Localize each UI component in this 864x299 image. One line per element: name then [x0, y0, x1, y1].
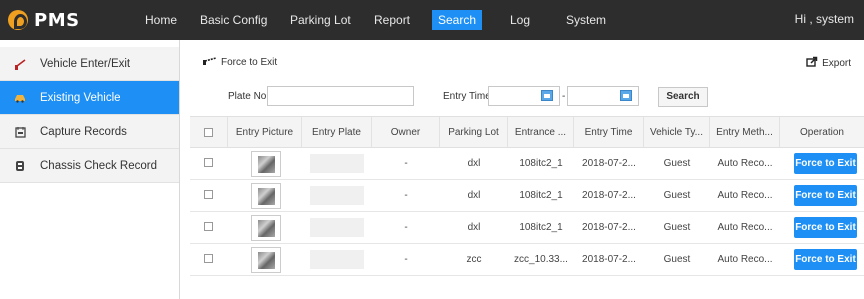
vehicle-type-cell: Guest — [663, 158, 691, 169]
entry-time-cell: 2018-07-2... — [582, 254, 636, 265]
col-vehicle-type[interactable]: Vehicle Ty... — [644, 117, 710, 148]
entry-time-end-input[interactable] — [567, 86, 639, 106]
force-to-exit-button[interactable]: Force to Exit — [794, 249, 857, 270]
table-row: - dxl 108itc2_1 2018-07-2... Guest Auto … — [190, 180, 864, 212]
sidebar-item-label: Vehicle Enter/Exit — [40, 57, 131, 70]
entry-time-cell: 2018-07-2... — [582, 222, 636, 233]
sidebar-item-existing-vehicle[interactable]: Existing Vehicle — [0, 81, 179, 115]
entrance-cell: 108itc2_1 — [519, 190, 563, 201]
sidebar-item-label: Capture Records — [40, 125, 127, 138]
col-entry-picture[interactable]: Entry Picture — [228, 117, 302, 148]
sidebar-item-label: Existing Vehicle — [40, 91, 121, 104]
user-greeting[interactable]: Hi , system — [795, 12, 854, 26]
sidebar-item-capture-records[interactable]: Capture Records — [0, 115, 179, 149]
entrance-cell: zcc_10.33... — [514, 254, 568, 265]
entry-picture-thumbnail[interactable] — [251, 151, 281, 177]
entrance-cell: 108itc2_1 — [519, 158, 563, 169]
time-range-separator: - — [562, 91, 566, 102]
parking-lot-cell: dxl — [467, 222, 481, 233]
col-entry-time[interactable]: Entry Time — [574, 117, 644, 148]
chassis-icon — [14, 160, 26, 172]
vehicle-type-cell: Guest — [663, 190, 691, 201]
sidebar: Vehicle Enter/Exit Existing Vehicle Capt… — [0, 40, 180, 299]
force-to-exit-label: Force to Exit — [221, 57, 278, 68]
entry-plate-cell — [310, 154, 364, 173]
nav-basic-config[interactable]: Basic Config — [200, 11, 267, 29]
col-operation: Operation — [800, 127, 844, 138]
col-entry-method[interactable]: Entry Meth... — [710, 117, 780, 148]
filter-row: Plate No. : Entry Time : - Search — [190, 86, 864, 108]
parking-lot-cell: dxl — [467, 158, 481, 169]
entry-plate-cell — [310, 250, 364, 269]
force-to-exit-button[interactable]: Force to Exit — [794, 217, 857, 238]
camera-icon — [14, 126, 26, 138]
entry-method-cell: Auto Reco... — [717, 158, 773, 169]
table-row: - dxl 108itc2_1 2018-07-2... Guest Auto … — [190, 212, 864, 244]
vehicle-table: Entry Picture Entry Plate Owner Parking … — [190, 116, 864, 276]
export-button[interactable]: Export — [806, 56, 851, 70]
owner-cell: - — [404, 222, 408, 233]
nav-report[interactable]: Report — [374, 11, 410, 29]
nav-parking-lot[interactable]: Parking Lot — [290, 11, 351, 29]
entry-method-cell: Auto Reco... — [717, 254, 773, 265]
owner-cell: - — [404, 158, 408, 169]
car-icon — [14, 92, 26, 104]
app-name: PMS — [34, 9, 80, 31]
col-entry-plate[interactable]: Entry Plate — [302, 117, 372, 148]
export-label: Export — [822, 57, 851, 69]
calendar-icon[interactable] — [620, 90, 632, 101]
select-all-checkbox[interactable] — [204, 128, 213, 137]
entry-picture-thumbnail[interactable] — [251, 247, 281, 273]
parking-lot-cell: dxl — [467, 190, 481, 201]
barrier-gate-icon — [203, 57, 217, 68]
entry-picture-thumbnail[interactable] — [251, 183, 281, 209]
nav-search[interactable]: Search — [432, 10, 483, 30]
sidebar-item-chassis-check-record[interactable]: Chassis Check Record — [0, 149, 179, 183]
nav-home[interactable]: Home — [145, 11, 177, 29]
force-to-exit-button[interactable]: Force to Exit — [794, 153, 857, 174]
entrance-cell: 108itc2_1 — [519, 222, 563, 233]
row-checkbox[interactable] — [204, 254, 213, 263]
main-content: Force to Exit Export Plate No. : Entry T… — [190, 40, 864, 299]
calendar-icon[interactable] — [541, 90, 553, 101]
entry-plate-cell — [310, 218, 364, 237]
pms-logo[interactable]: PMS — [8, 7, 80, 33]
col-parking-lot[interactable]: Parking Lot — [440, 117, 508, 148]
barrier-gate-icon — [14, 58, 26, 70]
table-row: - dxl 108itc2_1 2018-07-2... Guest Auto … — [190, 148, 864, 180]
nav-log[interactable]: Log — [510, 11, 530, 29]
row-checkbox[interactable] — [204, 190, 213, 199]
vehicle-type-cell: Guest — [663, 254, 691, 265]
sidebar-item-vehicle-enter-exit[interactable]: Vehicle Enter/Exit — [0, 47, 179, 81]
search-button[interactable]: Search — [658, 87, 708, 107]
table-header: Entry Picture Entry Plate Owner Parking … — [190, 116, 864, 148]
col-owner[interactable]: Owner — [372, 117, 440, 148]
entry-time-cell: 2018-07-2... — [582, 158, 636, 169]
entry-time-start-input[interactable] — [488, 86, 560, 106]
plate-no-input[interactable] — [267, 86, 414, 106]
pms-logo-icon — [8, 10, 28, 30]
entry-time-cell: 2018-07-2... — [582, 190, 636, 201]
sidebar-item-label: Chassis Check Record — [40, 159, 157, 172]
parking-lot-cell: zcc — [466, 254, 482, 265]
entry-picture-thumbnail[interactable] — [251, 215, 281, 241]
force-to-exit-button[interactable]: Force to Exit — [794, 185, 857, 206]
table-row: - zcc zcc_10.33... 2018-07-2... Guest Au… — [190, 244, 864, 276]
owner-cell: - — [404, 190, 408, 201]
force-to-exit-toolbar-button[interactable]: Force to Exit — [203, 57, 277, 68]
top-nav-bar: PMS Home Basic Config Parking Lot Report… — [0, 0, 864, 40]
nav-system[interactable]: System — [566, 11, 606, 29]
owner-cell: - — [404, 254, 408, 265]
row-checkbox[interactable] — [204, 158, 213, 167]
entry-method-cell: Auto Reco... — [717, 222, 773, 233]
col-entrance[interactable]: Entrance ... — [508, 117, 574, 148]
select-all-cell — [190, 117, 228, 148]
vehicle-type-cell: Guest — [663, 222, 691, 233]
row-checkbox[interactable] — [204, 222, 213, 231]
entry-plate-cell — [310, 186, 364, 205]
entry-method-cell: Auto Reco... — [717, 190, 773, 201]
export-icon — [806, 56, 818, 70]
